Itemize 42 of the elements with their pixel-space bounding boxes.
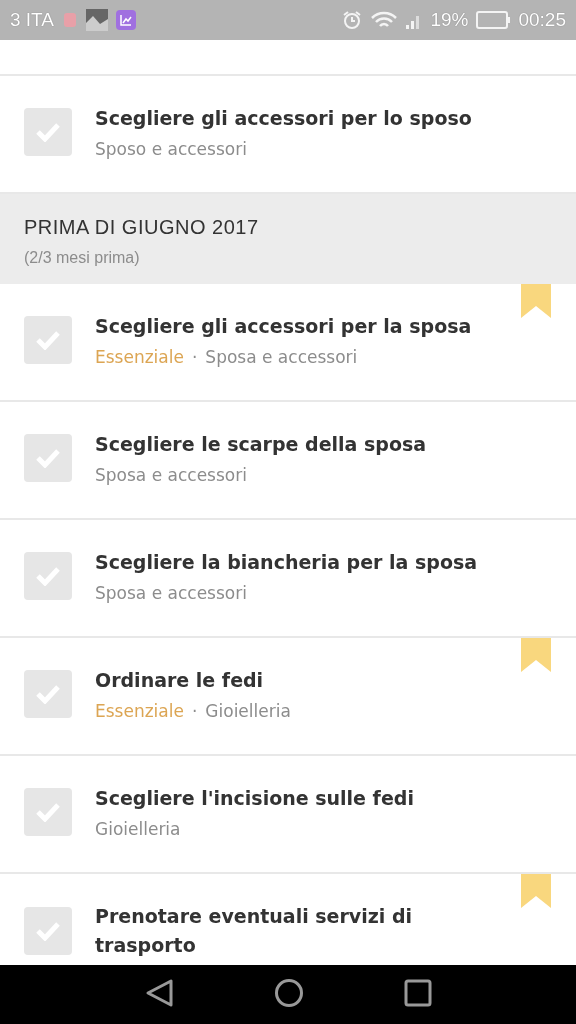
check-icon xyxy=(35,565,61,586)
check-icon xyxy=(35,801,61,822)
clock-time: 00:25 xyxy=(518,9,566,31)
task-category: Gioielleria xyxy=(205,701,291,721)
checkbox[interactable] xyxy=(24,315,72,364)
task-title: Scegliere gli accessori per lo sposo xyxy=(95,106,472,131)
task-title: Scegliere gli accessori per la sposa xyxy=(95,314,472,339)
essential-tag: Essenziale xyxy=(95,347,184,367)
task-title: Ordinare le fedi xyxy=(95,668,265,693)
recents-button[interactable] xyxy=(404,979,432,1010)
checkbox[interactable] xyxy=(24,433,72,482)
task-category: Sposa e accessori xyxy=(95,583,247,603)
task-title: Scegliere la biancheria per la sposa xyxy=(95,550,478,575)
task-title: Scegliere le scarpe della sposa xyxy=(95,432,427,457)
battery-icon xyxy=(476,11,511,29)
checkbox[interactable] xyxy=(24,107,72,156)
notification-icon xyxy=(62,11,78,29)
task-title: Scegliere l'incisione sulle fedi xyxy=(95,786,414,811)
task-category: Sposo e accessori xyxy=(95,139,247,159)
image-icon xyxy=(86,9,108,31)
checkbox[interactable] xyxy=(24,551,72,600)
check-icon xyxy=(35,921,61,941)
check-icon xyxy=(35,329,61,350)
task-category: Gioielleria xyxy=(95,819,181,839)
checkbox[interactable] xyxy=(24,787,72,836)
check-icon xyxy=(35,447,61,468)
separator-dot: · xyxy=(191,347,198,367)
check-icon xyxy=(35,683,61,704)
task-title: Prenotare eventuali servizi di trasporto xyxy=(95,904,414,958)
battery-percent: 19% xyxy=(430,9,469,31)
task-category: Sposa e accessori xyxy=(205,347,358,367)
checkbox[interactable] xyxy=(24,669,72,718)
separator-dot: · xyxy=(191,701,198,721)
alarm-icon xyxy=(342,10,363,30)
checkbox[interactable] xyxy=(24,907,72,955)
task-category: Sposa e accessori xyxy=(95,465,247,485)
section-title: PRIMA DI GIUGNO 2017 xyxy=(24,216,260,239)
section-subtitle: (2/3 mesi prima) xyxy=(24,249,141,267)
essential-tag: Essenziale xyxy=(95,701,184,721)
carrier-name: 3 ITA xyxy=(10,9,54,31)
chart-app-icon xyxy=(116,10,136,30)
check-icon xyxy=(35,121,61,142)
